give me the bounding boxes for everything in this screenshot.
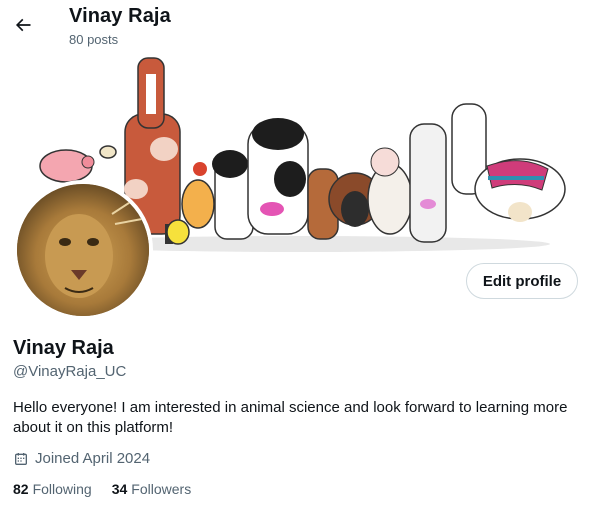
profile-bio: Hello everyone! I am interested in anima… bbox=[13, 399, 568, 436]
avatar[interactable] bbox=[13, 180, 153, 320]
joined-text: Joined April 2024 bbox=[35, 450, 151, 467]
profile-handle: @VinayRaja_UC bbox=[13, 363, 127, 380]
arrow-left-icon bbox=[15, 18, 31, 32]
lion-photo bbox=[17, 184, 149, 316]
profile-header: Vinay Raja 80 posts bbox=[0, 0, 597, 54]
following-label: Following bbox=[32, 481, 92, 497]
following-link[interactable]: 82 Following bbox=[13, 481, 92, 497]
pig-shape bbox=[39, 149, 95, 183]
calendar-icon bbox=[15, 452, 27, 465]
llama-shape bbox=[451, 103, 566, 222]
back-button[interactable] bbox=[6, 8, 40, 42]
post-count: 80 posts bbox=[69, 32, 119, 47]
joined-date: Joined April 2024 bbox=[13, 450, 150, 467]
header-title: Vinay Raja bbox=[69, 5, 171, 27]
cow-shape bbox=[247, 118, 309, 235]
following-count: 82 bbox=[13, 481, 29, 497]
followers-label: Followers bbox=[131, 481, 192, 497]
dog-shape bbox=[212, 150, 254, 240]
followers-count: 34 bbox=[111, 481, 128, 497]
profile-name: Vinay Raja bbox=[13, 337, 114, 359]
followers-link[interactable]: 34 Followers bbox=[112, 481, 191, 497]
follow-stats: 82 Following 34 Followers bbox=[13, 481, 191, 497]
edit-profile-button[interactable]: Edit profile bbox=[466, 263, 578, 299]
